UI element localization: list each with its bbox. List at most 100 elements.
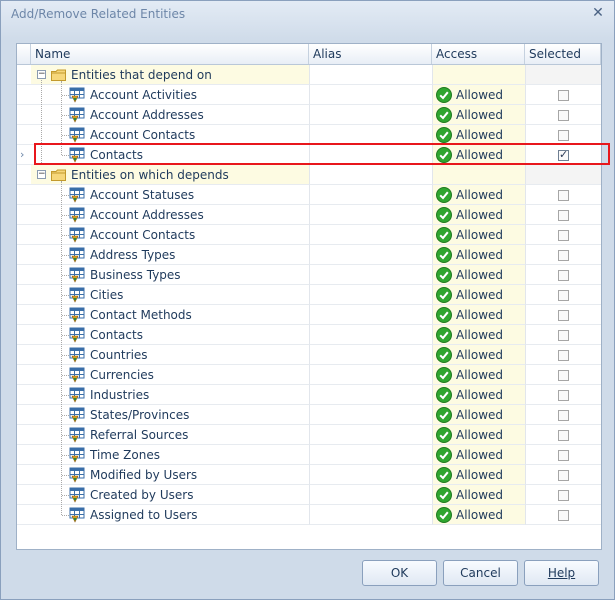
alias-cell[interactable] — [309, 325, 432, 345]
column-header-selected[interactable]: Selected — [525, 44, 601, 64]
allowed-check-icon — [436, 267, 452, 283]
table-row[interactable]: Account Addresses Allowed — [17, 105, 601, 125]
table-row[interactable]: Contact Methods Allowed — [17, 305, 601, 325]
selected-checkbox[interactable] — [558, 190, 569, 201]
selected-checkbox[interactable] — [558, 410, 569, 421]
selected-checkbox[interactable] — [558, 250, 569, 261]
alias-cell[interactable] — [309, 225, 432, 245]
selected-checkbox[interactable] — [558, 270, 569, 281]
table-row[interactable]: Modified by Users Allowed — [17, 465, 601, 485]
table-row[interactable]: Currencies Allowed — [17, 365, 601, 385]
alias-cell[interactable] — [309, 445, 432, 465]
alias-cell[interactable] — [309, 85, 432, 105]
selected-checkbox[interactable] — [558, 310, 569, 321]
tree-line — [62, 115, 69, 116]
selected-checkbox[interactable] — [558, 230, 569, 241]
entity-name: States/Provinces — [90, 408, 190, 422]
title-bar[interactable]: Add/Remove Related Entities ✕ — [1, 1, 614, 29]
alias-cell[interactable] — [309, 245, 432, 265]
alias-cell[interactable] — [309, 385, 432, 405]
alias-cell[interactable] — [309, 425, 432, 445]
selected-checkbox[interactable] — [558, 350, 569, 361]
alias-cell[interactable] — [309, 125, 432, 145]
table-row[interactable]: Business Types Allowed — [17, 265, 601, 285]
tree-line — [62, 215, 69, 216]
allowed-check-icon — [436, 307, 452, 323]
access-value: Allowed — [456, 248, 504, 262]
collapse-icon[interactable]: − — [37, 70, 46, 79]
entity-name: Account Statuses — [90, 188, 195, 202]
collapse-icon[interactable]: − — [37, 170, 46, 179]
selected-cell — [525, 185, 601, 205]
selected-checkbox[interactable] — [558, 110, 569, 121]
selected-checkbox[interactable] — [558, 210, 569, 221]
cancel-button[interactable]: Cancel — [443, 560, 518, 586]
selected-checkbox[interactable] — [558, 130, 569, 141]
selected-checkbox[interactable] — [558, 450, 569, 461]
alias-cell[interactable] — [309, 285, 432, 305]
column-header-access[interactable]: Access — [432, 44, 525, 64]
selected-checkbox[interactable] — [558, 510, 569, 521]
selected-checkbox[interactable] — [558, 330, 569, 341]
table-row[interactable]: Account Addresses Allowed — [17, 205, 601, 225]
name-cell: Assigned to Users — [31, 505, 309, 525]
table-row[interactable]: States/Provinces Allowed — [17, 405, 601, 425]
name-cell: States/Provinces — [31, 405, 309, 425]
selected-checkbox[interactable] — [558, 370, 569, 381]
row-indicator-cell — [17, 325, 31, 345]
table-row[interactable]: Account Contacts Allowed — [17, 125, 601, 145]
alias-cell[interactable] — [309, 345, 432, 365]
row-indicator-cell — [17, 185, 31, 205]
entity-icon — [69, 87, 85, 103]
row-indicator-cell — [17, 125, 31, 145]
alias-cell[interactable] — [309, 205, 432, 225]
alias-cell[interactable] — [309, 465, 432, 485]
alias-cell[interactable] — [309, 265, 432, 285]
group-row[interactable]: − Entities that depend on — [17, 65, 601, 85]
selected-cell — [525, 285, 601, 305]
alias-cell[interactable] — [309, 485, 432, 505]
alias-cell[interactable] — [309, 105, 432, 125]
alias-cell[interactable] — [309, 65, 432, 85]
alias-cell[interactable] — [309, 405, 432, 425]
selected-checkbox[interactable] — [558, 290, 569, 301]
allowed-check-icon — [436, 507, 452, 523]
column-header-name[interactable]: Name — [31, 44, 309, 64]
table-row[interactable]: Address Types Allowed — [17, 245, 601, 265]
access-cell: Allowed — [432, 385, 525, 405]
selected-checkbox[interactable] — [558, 390, 569, 401]
entity-icon — [69, 287, 85, 303]
access-value: Allowed — [456, 428, 504, 442]
table-row[interactable]: Account Statuses Allowed — [17, 185, 601, 205]
table-row[interactable]: Contacts Allowed — [17, 325, 601, 345]
selected-checkbox[interactable] — [558, 430, 569, 441]
entities-grid: Name Alias Access Selected − Entities tha… — [16, 43, 602, 550]
table-row[interactable]: Referral Sources Allowed — [17, 425, 601, 445]
row-indicator-cell — [17, 205, 31, 225]
alias-cell[interactable] — [309, 365, 432, 385]
allowed-check-icon — [436, 127, 452, 143]
entity-icon — [69, 327, 85, 343]
selected-checkbox[interactable] — [558, 90, 569, 101]
alias-cell[interactable] — [309, 165, 432, 185]
table-row[interactable]: Cities Allowed — [17, 285, 601, 305]
table-row[interactable]: Industries Allowed — [17, 385, 601, 405]
table-row[interactable]: Assigned to Users Allowed — [17, 505, 601, 525]
ok-button[interactable]: OK — [362, 560, 437, 586]
table-row[interactable]: Countries Allowed — [17, 345, 601, 365]
help-button[interactable]: Help — [524, 560, 599, 586]
column-header-alias[interactable]: Alias — [309, 44, 432, 64]
access-value: Allowed — [456, 288, 504, 302]
alias-cell[interactable] — [309, 305, 432, 325]
selected-checkbox[interactable] — [558, 470, 569, 481]
group-row[interactable]: − Entities on which depends — [17, 165, 601, 185]
alias-cell[interactable] — [309, 185, 432, 205]
table-row[interactable]: Created by Users Allowed — [17, 485, 601, 505]
close-icon[interactable]: ✕ — [590, 5, 606, 21]
table-row[interactable]: Account Contacts Allowed — [17, 225, 601, 245]
entity-icon — [69, 107, 85, 123]
alias-cell[interactable] — [309, 505, 432, 525]
table-row[interactable]: Time Zones Allowed — [17, 445, 601, 465]
selected-checkbox[interactable] — [558, 490, 569, 501]
table-row[interactable]: Account Activities Allowed — [17, 85, 601, 105]
